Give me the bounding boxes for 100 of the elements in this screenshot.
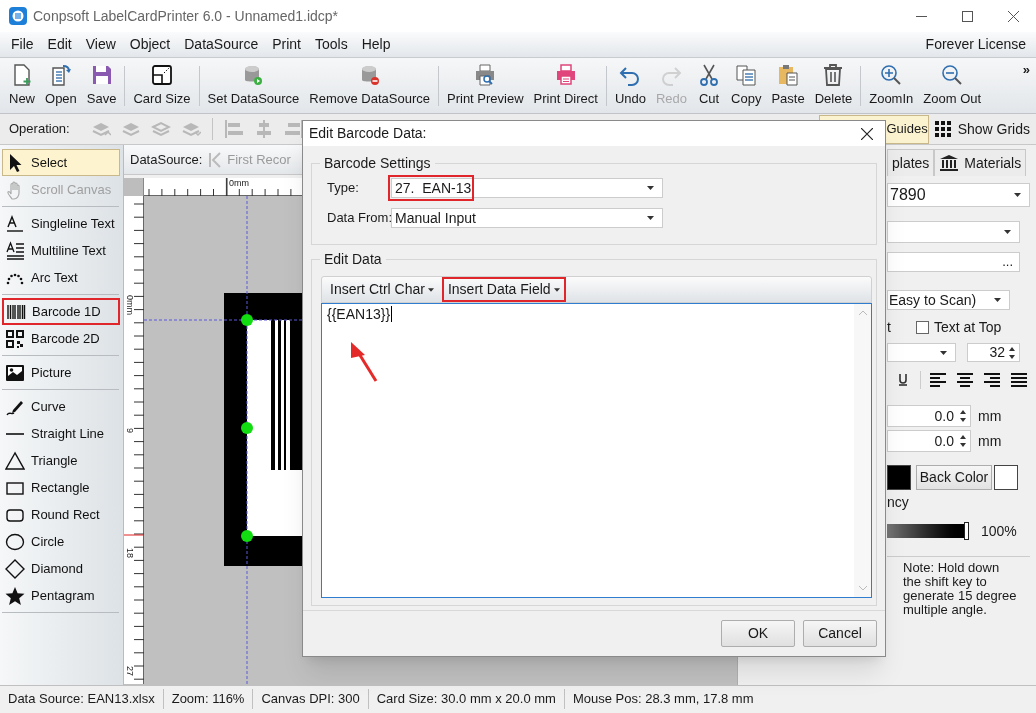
image-icon [5, 362, 25, 383]
data-text: {{EAN13}} [327, 306, 391, 322]
dropdown-field[interactable]: Manual Input [391, 208, 663, 228]
status-text: Data Source: EAN13.xlsx [0, 689, 164, 709]
tool-button[interactable]: Multiline Text [2, 237, 120, 264]
font-size-spinbox[interactable]: 32 [967, 343, 1020, 362]
text-at-top-checkbox[interactable] [915, 320, 929, 334]
fore-color-swatch[interactable] [887, 465, 911, 490]
tool-button[interactable]: Pentagram [2, 582, 120, 609]
tool-button[interactable]: Circle [2, 528, 120, 555]
toolbar-button[interactable]: Card Size [128, 59, 196, 112]
toolbar-button[interactable]: Save [81, 59, 122, 112]
toolbar-button[interactable]: Cut [692, 59, 727, 112]
toolbar-button[interactable]: Print Preview [442, 59, 529, 112]
tool-button[interactable]: Picture [2, 359, 120, 386]
align-button[interactable] [1010, 371, 1029, 389]
field-label: ncy [887, 495, 910, 510]
scroll-up-icon [858, 310, 867, 315]
datasource-label: DataSource: [130, 150, 203, 169]
tool-button[interactable]: Barcode 2D [2, 325, 120, 352]
menu-item[interactable]: Help [354, 32, 398, 57]
dialog-title: Edit Barcode Data: [309, 124, 427, 143]
ruler-label: 0mm [229, 178, 249, 188]
unit-label: mm [978, 406, 1002, 426]
scrollbar[interactable] [854, 304, 871, 597]
align-button[interactable] [983, 371, 1002, 389]
align-button[interactable] [956, 371, 975, 389]
close-icon [861, 127, 873, 140]
toolbar-button[interactable]: Print Direct [528, 59, 603, 112]
minimize-icon [915, 15, 927, 17]
spin-arrows-icon [960, 410, 966, 422]
menu-item[interactable]: DataSource [177, 32, 266, 57]
align-left-icon [929, 372, 947, 388]
align-button[interactable] [929, 371, 948, 389]
dropdown-arrow-icon [553, 287, 560, 292]
opacity-slider[interactable] [887, 524, 967, 538]
status-text: Mouse Pos: 28.3 mm, 17.8 mm [571, 690, 755, 709]
toggle-button[interactable]: Show Grids [928, 114, 1035, 144]
dialog-button[interactable]: OK [721, 620, 795, 647]
clipboard-icon [776, 63, 800, 87]
spin-arrows-icon [1009, 346, 1015, 359]
toolbar-button[interactable]: ZoomIn [864, 59, 919, 112]
menu-button[interactable]: Insert Data Field [441, 277, 566, 302]
back-color-swatch[interactable] [994, 465, 1018, 490]
toolbar-button[interactable]: Paste [766, 59, 810, 112]
menu-item[interactable]: Print [265, 32, 308, 57]
tool-button[interactable]: Arc Text [2, 264, 120, 291]
dropdown-field[interactable] [887, 221, 1020, 243]
text-tool-icon [5, 213, 25, 234]
tool-button[interactable]: Curve [2, 393, 120, 420]
field-label: Type: [327, 179, 360, 198]
toolbar-button[interactable]: Open [40, 59, 82, 112]
toolbar-button[interactable]: Copy [726, 59, 767, 112]
field-label: t [887, 317, 891, 337]
dropdown-field[interactable]: 27. EAN-13 [391, 178, 663, 198]
browse-button[interactable]: ... [1002, 256, 1013, 268]
checkbox-label: Text at Top [933, 317, 1002, 337]
circle-icon [5, 531, 25, 552]
window-title: Conpsoft LabelCardPrinter 6.0 - Unnamed1.idcp* [33, 6, 339, 26]
menu-item[interactable]: Object [122, 32, 178, 57]
tool-button[interactable]: Singleline Text [2, 210, 120, 237]
toolbar-button[interactable]: Undo [609, 59, 651, 112]
toolbar-button[interactable]: Zoom Out [918, 59, 987, 112]
toolbar-button[interactable]: Set DataSource [202, 59, 305, 112]
menu-button[interactable]: Insert Ctrl Char [324, 277, 440, 302]
panel-tab[interactable]: plates [887, 149, 935, 176]
offset-spinbox[interactable]: 0.0 [887, 430, 971, 452]
toolbar-button[interactable]: New [4, 59, 40, 112]
tool-button[interactable]: Barcode 1D [2, 298, 120, 325]
layers-icon [150, 119, 171, 139]
dialog-button[interactable]: Cancel [803, 620, 877, 647]
tool-button[interactable]: Diamond [2, 555, 120, 582]
toolbar-button[interactable]: Remove DataSource [304, 59, 435, 112]
first-record-icon [208, 151, 223, 168]
readability-dropdown[interactable]: Easy to Scan) [887, 290, 1010, 310]
resize-handle[interactable] [241, 314, 253, 326]
toolbar-button[interactable]: Delete [809, 59, 858, 112]
resize-handle[interactable] [241, 422, 253, 434]
menu-item[interactable]: Edit [40, 32, 79, 57]
tool-button[interactable]: Triangle [2, 447, 120, 474]
menu-item[interactable]: Tools [308, 32, 355, 57]
tool-button[interactable]: Rectangle [2, 474, 120, 501]
menu-item[interactable]: View [78, 32, 123, 57]
resize-handle[interactable] [241, 530, 253, 542]
operation-label: Operation: [9, 120, 70, 139]
back-color-button[interactable]: Back Color [916, 465, 992, 490]
group-title: Barcode Settings [323, 154, 432, 173]
note-text: Note: Hold down the shift key to generate 15 degree multiple angle. [903, 561, 1017, 617]
browse-field[interactable]: ... [887, 252, 1020, 272]
tool-button[interactable]: Straight Line [2, 420, 120, 447]
barcode-value-field[interactable]: 7890 [887, 183, 1030, 207]
dropdown-arrow-icon [647, 186, 654, 190]
text-area[interactable]: {{EAN13}} [321, 303, 872, 598]
overflow-button[interactable]: » [1022, 60, 1030, 80]
menu-item[interactable]: File [4, 32, 41, 57]
tool-button[interactable]: Select [2, 149, 120, 176]
app-icon [9, 7, 27, 25]
panel-tab[interactable]: Materials [934, 149, 1027, 176]
tool-button[interactable]: Round Rect [2, 501, 120, 528]
offset-spinbox[interactable]: 0.0 [887, 405, 971, 427]
